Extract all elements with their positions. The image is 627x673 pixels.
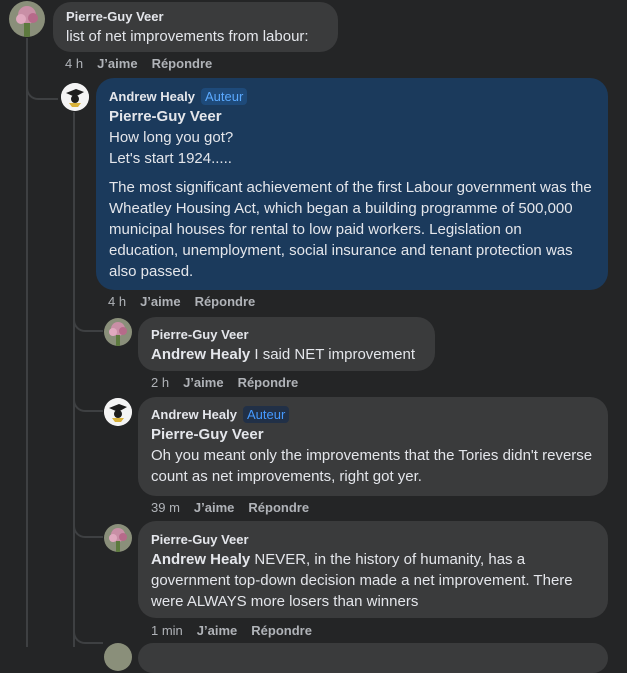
comment-bubble: Pierre-Guy Veer list of net improvements… [53, 2, 338, 52]
reply-composer[interactable] [138, 643, 608, 673]
avatar[interactable] [104, 524, 132, 552]
comment-author[interactable]: Andrew Healy [151, 407, 237, 422]
avatar[interactable] [61, 83, 89, 111]
comment-actions: 2 h J’aime Répondre [151, 375, 312, 391]
comment-author[interactable]: Pierre-Guy Veer [66, 8, 325, 26]
comment-bubble: Andrew Healy Auteur Pierre-Guy Veer How l… [96, 78, 608, 290]
reply-button[interactable]: Répondre [251, 623, 312, 638]
comment-text-line: How long you got? [109, 129, 234, 146]
comment-text-line: Let's start 1924..... [109, 150, 232, 167]
comment-text: I said NET improvement [254, 346, 415, 363]
comment-actions: 39 m J’aime Répondre [151, 500, 323, 516]
comment-bubble: Andrew Healy Auteur Pierre-Guy Veer Oh yo… [138, 397, 608, 496]
comment-author-line: Andrew Healy Auteur [109, 88, 595, 106]
avatar[interactable] [104, 643, 132, 671]
comment-bubble: Pierre-Guy Veer Andrew Healy NEVER, in t… [138, 521, 608, 618]
like-button[interactable]: J’aime [183, 375, 223, 390]
like-button[interactable]: J’aime [140, 294, 180, 309]
comment-actions: 1 min J’aime Répondre [151, 623, 326, 639]
avatar[interactable] [104, 398, 132, 426]
comment-time[interactable]: 39 m [151, 500, 180, 515]
author-badge: Auteur [200, 88, 248, 105]
reply-button[interactable]: Répondre [195, 294, 256, 309]
avatar[interactable] [9, 1, 45, 37]
comment-author-line: Andrew Healy Auteur [151, 406, 595, 424]
comment-time[interactable]: 2 h [151, 375, 169, 390]
comment-author[interactable]: Pierre-Guy Veer [151, 531, 595, 549]
thread-line [26, 38, 28, 647]
thread-connector [73, 524, 103, 538]
reply-button[interactable]: Répondre [238, 375, 299, 390]
comment-time[interactable]: 1 min [151, 623, 183, 638]
avatar[interactable] [104, 318, 132, 346]
reply-button[interactable]: Répondre [152, 56, 213, 71]
comment-time[interactable]: 4 h [65, 56, 83, 71]
thread-connector [73, 630, 103, 644]
comment-actions: 4 h J’aime Répondre [108, 294, 269, 310]
comment-bubble: Pierre-Guy Veer Andrew Healy I said NET … [138, 317, 435, 371]
author-badge: Auteur [242, 406, 290, 423]
thread-connector [73, 398, 103, 412]
thread-connector [26, 86, 58, 100]
thread-line [73, 112, 75, 647]
like-button[interactable]: J’aime [194, 500, 234, 515]
mention-tag[interactable]: Pierre-Guy Veer [109, 106, 595, 127]
reply-button[interactable]: Répondre [248, 500, 309, 515]
comment-author[interactable]: Pierre-Guy Veer [151, 326, 422, 344]
thread-connector [73, 318, 103, 332]
like-button[interactable]: J’aime [97, 56, 137, 71]
comment-actions: 4 h J’aime Répondre [65, 56, 226, 72]
comment-text: Oh you meant only the improvements that … [151, 447, 593, 485]
mention-tag[interactable]: Pierre-Guy Veer [151, 424, 595, 445]
comment-text: list of net improvements from labour: [66, 28, 309, 45]
mention-tag[interactable]: Andrew Healy [151, 551, 250, 568]
comment-paragraph: The most significant achievement of the … [109, 179, 592, 280]
comment-time[interactable]: 4 h [108, 294, 126, 309]
like-button[interactable]: J’aime [197, 623, 237, 638]
mention-tag[interactable]: Andrew Healy [151, 346, 250, 363]
comment-author[interactable]: Andrew Healy [109, 89, 195, 104]
